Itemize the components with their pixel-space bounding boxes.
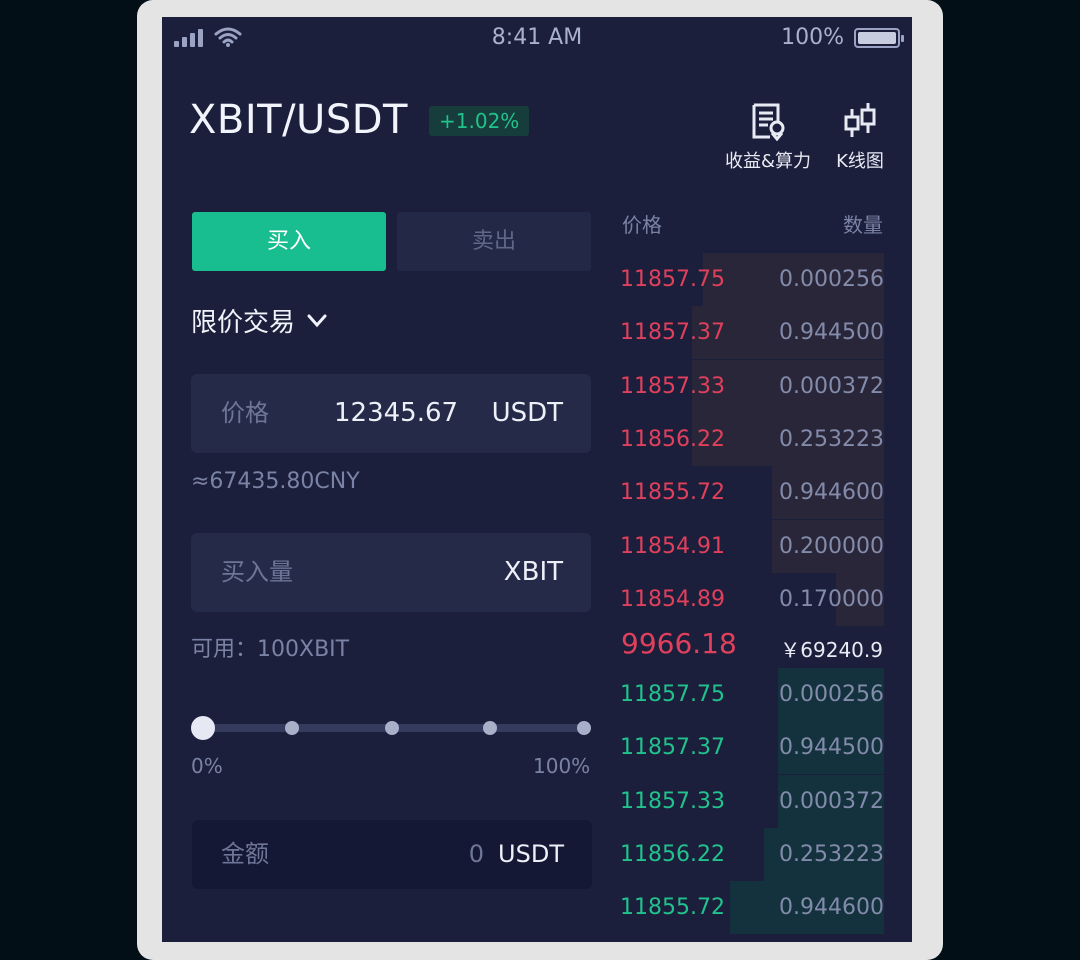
slider-max-label: 100% [533,754,591,778]
ask-price: 11854.91 [620,533,725,559]
ask-price: 11855.72 [620,480,725,506]
total-unit: USDT [498,840,564,868]
pair-title[interactable]: XBIT/USDT [189,97,408,143]
bid-row[interactable]: 11855.72 0.944600 [618,881,884,935]
ask-quantity: 0.000256 [779,267,884,292]
total-amount-field: 金额 0 USDT [192,820,592,889]
battery-icon [854,28,904,48]
ask-row[interactable]: 11854.89 0.170000 [618,572,884,626]
chevron-down-icon [307,314,327,327]
slider-stop-50[interactable] [385,721,399,735]
buy-amount-unit: XBIT [503,557,563,587]
ask-quantity: 0.000372 [779,373,884,399]
slider-stop-25[interactable] [285,721,299,735]
price-value[interactable]: 12345.67 [334,374,458,453]
report-icon [752,103,785,141]
bid-quantity: 0.944500 [779,735,884,761]
last-price: 9966.18 [621,627,737,660]
ask-price: 11856.22 [620,426,725,452]
amount-slider-thumb[interactable] [191,716,215,740]
ask-price: 11854.89 [620,586,725,612]
ask-quantity: 0.170000 [779,586,884,612]
slider-stop-100[interactable] [577,721,591,735]
available-balance: 可用：100XBIT [191,637,350,662]
slider-min-label: 0% [191,754,223,778]
orderbook-price-header: 价格 [622,213,662,237]
ask-row[interactable]: 11857.33 0.000372 [618,359,884,413]
income-hashrate-label: 收益&算力 [724,151,812,172]
bid-price: 11857.37 [620,735,725,761]
ask-row[interactable]: 11857.75 0.000256 [618,253,884,306]
order-type-dropdown[interactable]: 限价交易 [191,302,327,339]
ask-quantity: 0.944500 [779,320,884,346]
trade-screen: 8:41 AM 100% XBIT/USDT +1.02% 收益&算力 K线图 … [162,17,912,942]
ask-row[interactable]: 11855.72 0.944600 [618,466,884,520]
bid-quantity: 0.000372 [779,788,884,814]
ask-row[interactable]: 11854.91 0.200000 [618,519,884,573]
ask-row[interactable]: 11856.22 0.253223 [618,412,884,466]
order-type-label: 限价交易 [191,308,296,338]
price-label: 价格 [221,399,269,427]
bid-row[interactable]: 11857.33 0.000372 [618,774,884,828]
orderbook-qty-header: 数量 [843,213,883,237]
tab-buy[interactable]: 买入 [192,212,386,271]
ask-price: 11857.33 [620,373,725,399]
bid-price: 11857.33 [620,788,725,814]
tab-sell[interactable]: 卖出 [397,212,591,271]
buy-amount-placeholder: 买入量 [221,558,293,586]
ask-quantity: 0.253223 [779,426,884,452]
bid-quantity: 0.944600 [779,895,884,921]
kline-chart-button[interactable]: K线图 [830,101,890,173]
price-input[interactable]: 价格 12345.67 USDT [191,374,591,453]
price-change-badge: +1.02% [429,106,530,136]
ask-price: 11857.75 [620,267,725,292]
last-price-cny: ￥69240.9 [780,638,883,662]
ask-quantity: 0.200000 [779,533,884,559]
price-unit: USDT [491,398,563,428]
bid-row[interactable]: 11856.22 0.253223 [618,827,884,881]
cny-estimate: ≈67435.80CNY [191,469,360,494]
status-bar: 8:41 AM 100% [162,17,912,61]
total-value: 0 [468,840,484,868]
buy-amount-input[interactable]: 买入量 XBIT [191,533,591,612]
total-label: 金额 [221,840,269,868]
candlestick-icon [844,103,876,137]
bid-row[interactable]: 11857.37 0.944500 [618,721,884,775]
bid-row[interactable]: 11857.75 0.000256 [618,668,884,721]
bid-price: 11857.75 [620,682,725,707]
bid-quantity: 0.000256 [779,682,884,707]
kline-label: K线图 [836,151,884,172]
income-hashrate-button[interactable]: 收益&算力 [718,101,818,173]
slider-stop-75[interactable] [483,721,497,735]
battery-percentage: 100% [781,25,844,50]
ask-quantity: 0.944600 [779,480,884,506]
ask-price: 11857.37 [620,320,725,346]
bid-price: 11856.22 [620,841,725,867]
bid-quantity: 0.253223 [779,841,884,867]
bid-price: 11855.72 [620,895,725,921]
ask-row[interactable]: 11857.37 0.944500 [618,306,884,360]
